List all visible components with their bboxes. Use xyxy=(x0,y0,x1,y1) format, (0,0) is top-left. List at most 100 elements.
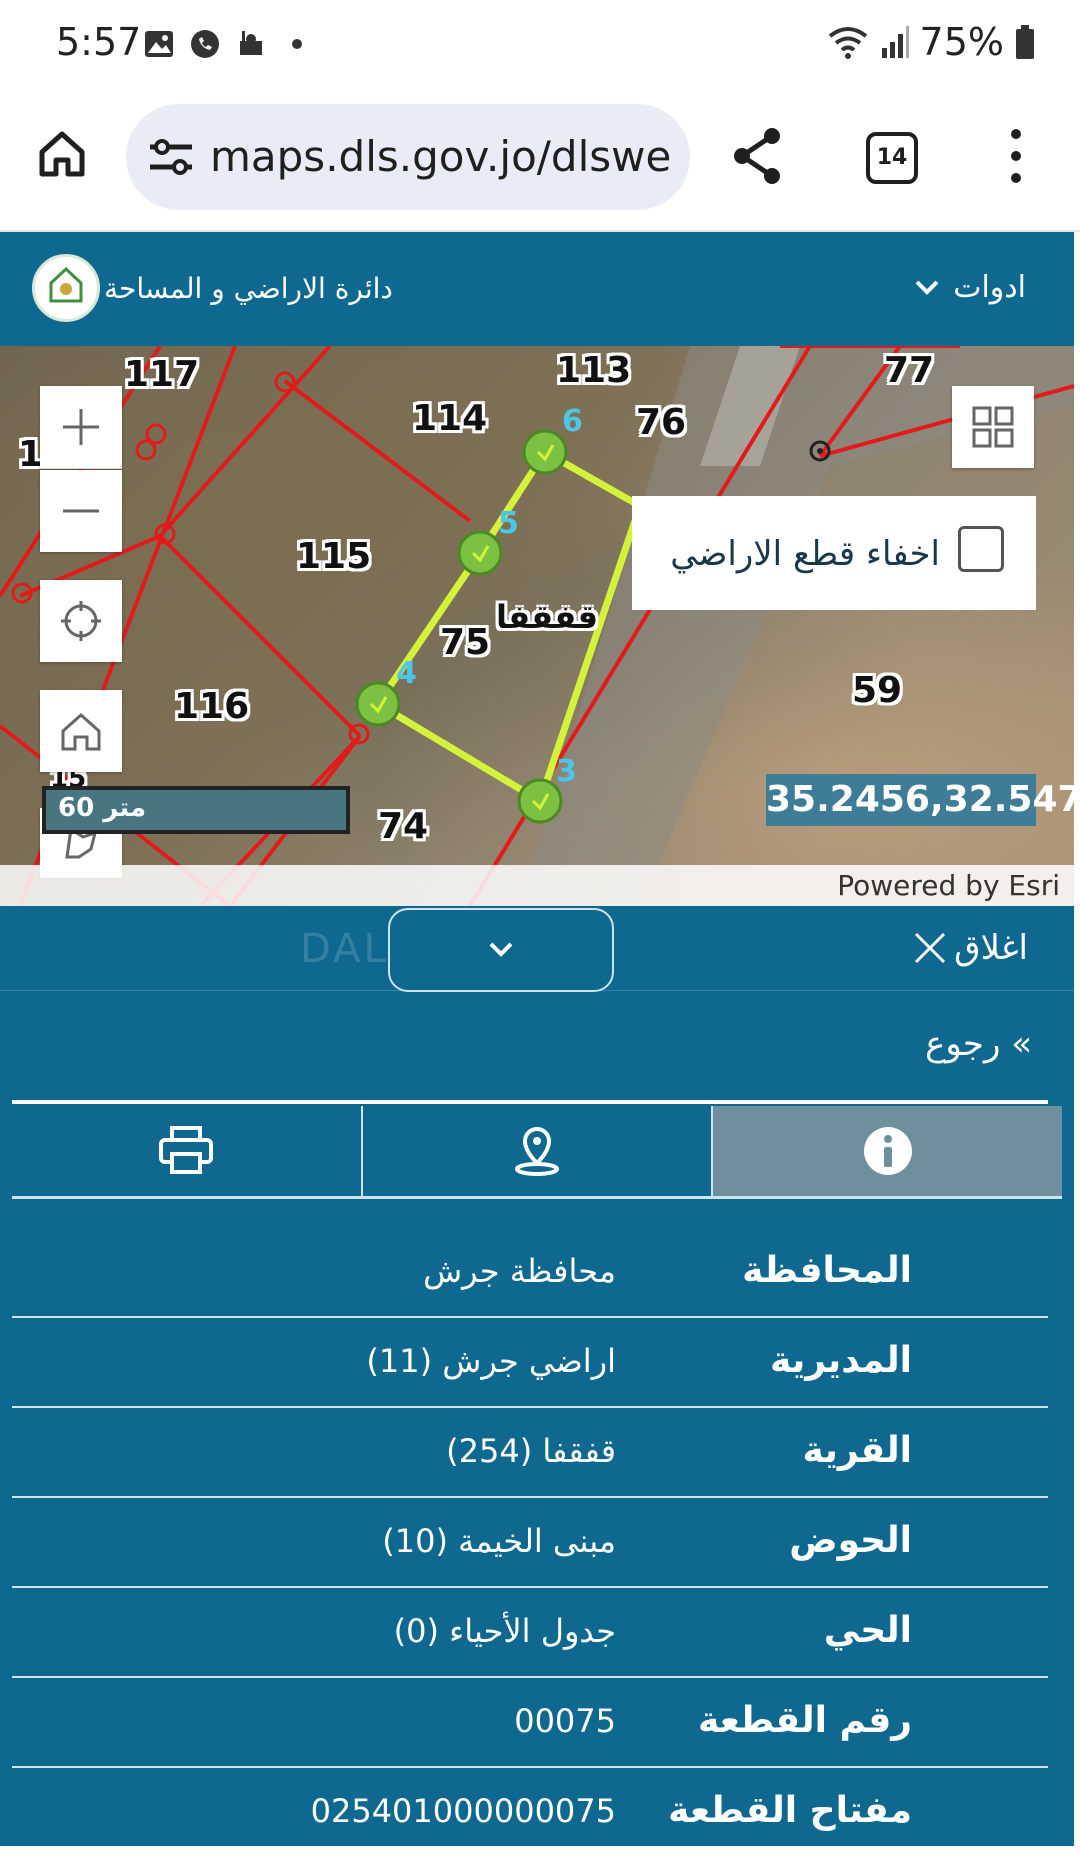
vertex-label: 6 xyxy=(562,404,583,439)
zoom-out-button[interactable] xyxy=(40,470,122,552)
collapse-panel-button[interactable] xyxy=(388,908,614,992)
status-right: 75% xyxy=(826,20,1036,64)
field-value: 00075 xyxy=(514,1702,616,1740)
zoom-in-button[interactable] xyxy=(40,386,122,469)
hide-parcels-label: اخفاء قطع الاراضي xyxy=(670,534,940,574)
dot-icon xyxy=(292,39,302,49)
panel-close-row: DALEEL AQAR اغلاق xyxy=(0,906,1074,992)
chevron-down-icon xyxy=(489,942,513,957)
hide-parcels-toggle[interactable]: اخفاء قطع الاراضي xyxy=(632,496,1036,610)
home-extent-button[interactable] xyxy=(40,690,122,772)
vertex-label: 3 xyxy=(556,754,577,789)
table-row: مفتاح القطعة 025401000000075 xyxy=(12,1768,1048,1856)
field-label: رقم القطعة xyxy=(697,1700,912,1741)
map-attribution: Powered by Esri xyxy=(0,865,1074,906)
gallery-icon xyxy=(145,31,173,57)
minus-icon xyxy=(63,509,99,513)
table-row: الحي جدول الأحياء (0) xyxy=(12,1588,1048,1678)
coordinates-readout: 35.2456,32.5478 xyxy=(766,774,1074,826)
status-bar: 5:57 75% xyxy=(0,0,1080,88)
parcel-label: 117 xyxy=(124,354,200,395)
close-label[interactable]: اغلاق xyxy=(954,928,1028,968)
vertex-label: 4 xyxy=(396,656,417,691)
close-icon[interactable] xyxy=(912,930,948,966)
info-icon xyxy=(863,1127,912,1175)
wifi-icon xyxy=(828,27,867,59)
back-row: » رجوع xyxy=(12,990,1048,1104)
location-pin-icon xyxy=(515,1126,559,1176)
parcel-label: 114 xyxy=(412,398,488,439)
village-label: قفقفا xyxy=(496,598,599,636)
field-label: الحي xyxy=(823,1610,912,1651)
browser-toolbar: maps.dls.gov.jo/dlswe 14 xyxy=(0,88,1080,232)
parcel-label: 115 xyxy=(296,536,372,577)
parcel-label: 74 xyxy=(378,806,429,847)
vertex-label: 5 xyxy=(498,506,519,541)
parcel-label: 59 xyxy=(852,670,903,711)
parcel-label: 76 xyxy=(636,402,687,443)
tab-location[interactable] xyxy=(360,1106,712,1196)
home-icon[interactable] xyxy=(36,128,88,180)
panel-tabs xyxy=(12,1106,1063,1199)
esri-attribution: Powered by Esri xyxy=(837,869,1060,902)
tab-info[interactable] xyxy=(711,1106,1063,1196)
field-value: جدول الأحياء (0) xyxy=(393,1612,616,1650)
hide-parcels-checkbox[interactable] xyxy=(958,526,1004,572)
more-options-icon[interactable] xyxy=(1008,128,1024,184)
parcel-info-panel: DALEEL AQAR اغلاق » رجوع المحافظة محافظة… xyxy=(0,906,1074,1846)
back-button[interactable]: » رجوع xyxy=(925,1024,1032,1064)
field-label: مفتاح القطعة xyxy=(668,1790,912,1831)
site-settings-icon[interactable] xyxy=(146,134,196,180)
field-label: القرية xyxy=(802,1430,912,1471)
notification-icons xyxy=(142,22,314,66)
chevron-down-icon[interactable] xyxy=(913,278,941,298)
field-label: الحوض xyxy=(789,1520,912,1561)
share-icon[interactable] xyxy=(730,126,786,186)
scale-bar: 60 متر xyxy=(42,786,350,834)
url-text[interactable]: maps.dls.gov.jo/dlswe xyxy=(210,132,680,181)
crosshair-icon xyxy=(61,601,101,641)
parcel-label: 116 xyxy=(174,686,250,727)
grid-icon xyxy=(972,406,1014,448)
table-row: المحافظة محافظة جرش xyxy=(12,1228,1048,1318)
battery-percent: 75% xyxy=(919,20,1004,64)
field-value: قفقفا (254) xyxy=(446,1432,616,1470)
logo-emblem-icon xyxy=(49,266,83,303)
app-notification-icon xyxy=(240,31,262,55)
status-time: 5:57 xyxy=(56,20,142,64)
address-bar[interactable]: maps.dls.gov.jo/dlswe xyxy=(126,104,690,210)
whatsapp-icon xyxy=(191,30,219,58)
locate-button[interactable] xyxy=(40,580,122,662)
field-value: محافظة جرش xyxy=(423,1252,616,1290)
field-value: 025401000000075 xyxy=(310,1792,616,1830)
table-row: الحوض مبنى الخيمة (10) xyxy=(12,1498,1048,1588)
map-view[interactable]: 117 114 113 76 77 115 75 116 59 74 1 15 … xyxy=(0,346,1074,906)
table-row: رقم القطعة 00075 xyxy=(12,1678,1048,1768)
basemap-gallery-button[interactable] xyxy=(952,386,1034,468)
home-icon xyxy=(61,712,101,751)
parcel-info-table: المحافظة محافظة جرش المديرية اراضي جرش (… xyxy=(12,1228,1048,1856)
back-label[interactable]: رجوع xyxy=(925,1024,1000,1064)
close-panel-button[interactable]: اغلاق xyxy=(912,928,1028,968)
table-row: القرية قفقفا (254) xyxy=(12,1408,1048,1498)
double-chevron-right-icon[interactable]: » xyxy=(1011,1024,1032,1064)
plus-icon xyxy=(63,409,99,445)
parcel-label-selected: 75 xyxy=(440,622,491,663)
signal-icon xyxy=(881,26,909,58)
field-value: اراضي جرش (11) xyxy=(366,1342,616,1380)
table-row: المديرية اراضي جرش (11) xyxy=(12,1318,1048,1408)
parcel-label: 77 xyxy=(884,350,935,391)
dls-logo xyxy=(32,254,100,322)
tools-label[interactable]: ادوات xyxy=(953,270,1026,305)
field-label: المديرية xyxy=(769,1340,912,1381)
battery-icon xyxy=(1016,25,1034,59)
parcel-label: 113 xyxy=(556,350,632,391)
field-value: مبنى الخيمة (10) xyxy=(382,1522,616,1560)
tab-print[interactable] xyxy=(12,1106,361,1196)
scale-label: 60 متر xyxy=(58,793,147,823)
tab-switcher-button[interactable]: 14 xyxy=(866,132,918,184)
app-header: دائرة الاراضي و المساحة ادوات xyxy=(0,232,1074,346)
org-name: دائرة الاراضي و المساحة xyxy=(104,272,393,305)
tools-menu[interactable]: ادوات xyxy=(913,270,1026,305)
field-label: المحافظة xyxy=(742,1250,912,1291)
